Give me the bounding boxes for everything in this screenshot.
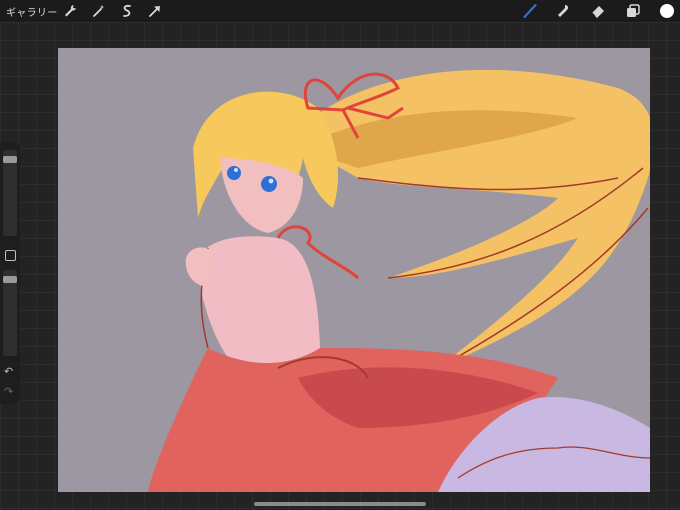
layers-icon[interactable] <box>625 3 641 19</box>
top-toolbar: ギャラリー <box>0 0 680 22</box>
brush-size-slider[interactable] <box>3 150 17 236</box>
brush-icon[interactable] <box>522 3 538 19</box>
gallery-button[interactable]: ギャラリー <box>6 4 58 19</box>
right-eye <box>261 176 277 192</box>
modify-button[interactable] <box>5 250 16 261</box>
opacity-thumb[interactable] <box>3 276 17 283</box>
color-swatch-icon[interactable] <box>659 3 675 19</box>
left-eye <box>227 166 241 180</box>
home-indicator[interactable] <box>254 502 426 506</box>
redo-icon[interactable]: ↷ <box>4 386 16 398</box>
magic-wand-icon[interactable] <box>91 3 107 19</box>
left-sidebar: ↶ ↷ <box>0 142 20 404</box>
undo-icon[interactable]: ↶ <box>4 366 16 378</box>
brush-size-thumb[interactable] <box>3 156 17 163</box>
smudge-icon[interactable] <box>556 3 572 19</box>
selection-icon[interactable] <box>119 3 135 19</box>
opacity-slider[interactable] <box>3 270 17 356</box>
transform-arrow-icon[interactable] <box>147 3 163 19</box>
artwork <box>148 69 650 492</box>
drawing-canvas[interactable] <box>58 48 650 492</box>
eraser-icon[interactable] <box>590 3 606 19</box>
wrench-icon[interactable] <box>62 3 78 19</box>
back <box>198 236 320 365</box>
